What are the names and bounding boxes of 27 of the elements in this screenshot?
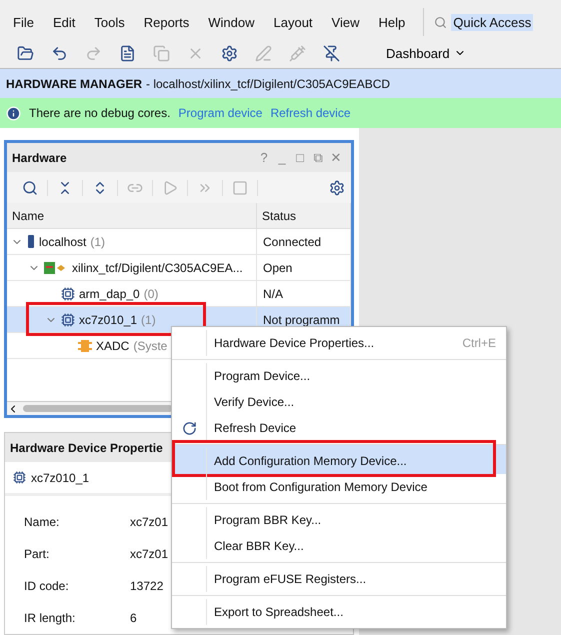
property-value: xc7z01: [130, 546, 168, 563]
property-label: Name:: [24, 514, 60, 531]
node-count: (1): [90, 234, 106, 248]
info-message: There are no debug cores.: [29, 106, 170, 120]
status-text: N/A: [262, 286, 284, 300]
node-name: XADC: [96, 338, 130, 352]
panel-title: Hardware Device Propertie: [10, 440, 163, 454]
status-text: Connected: [262, 234, 322, 248]
node-name: xc7z010_1: [79, 312, 138, 326]
property-value: xc7z01: [130, 514, 168, 531]
node-count: (Syste: [133, 338, 168, 352]
node-count: (0): [144, 286, 158, 300]
node-count: (1): [141, 312, 156, 326]
node-name: xilinx_tcf/Digilent/C305AC9EA...: [72, 260, 243, 274]
node-name: localhost: [39, 234, 86, 248]
property-label: IR length:: [24, 610, 76, 627]
manager-title: HARDWARE MANAGER: [6, 76, 142, 90]
property-label: Part:: [24, 546, 50, 563]
property-label: ID code:: [24, 578, 69, 595]
property-value: 6: [130, 610, 137, 627]
property-value: 13722: [130, 578, 164, 595]
panel-title: Hardware: [12, 150, 67, 164]
device-path: - localhost/xilinx_tcf/Digilent/C305AC9EABCD: [146, 76, 390, 90]
node-name: arm_dap_0: [79, 286, 140, 300]
status-text: Not programm: [262, 312, 340, 326]
status-text: Open: [262, 260, 292, 274]
device-name: xc7z010_1: [31, 470, 90, 484]
